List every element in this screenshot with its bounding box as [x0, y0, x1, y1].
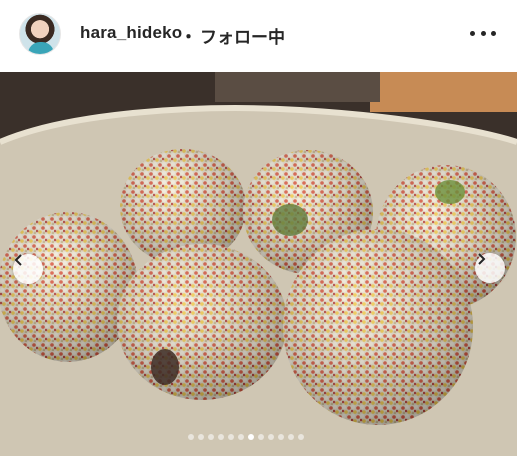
- follow-status-button[interactable]: フォロー中: [200, 23, 285, 48]
- chevron-right-icon: [478, 253, 486, 265]
- food-photo-illustration: [0, 72, 517, 456]
- carousel-dot: [188, 434, 194, 440]
- more-options-icon[interactable]: [470, 25, 496, 41]
- carousel-prev-button[interactable]: [13, 254, 43, 284]
- post-photo[interactable]: [0, 72, 517, 456]
- carousel-dot: [298, 434, 304, 440]
- carousel-dot: [198, 434, 204, 440]
- avatar[interactable]: [19, 13, 61, 55]
- carousel-dot: [278, 434, 284, 440]
- carousel-dot: [238, 434, 244, 440]
- carousel-indicator: [188, 434, 304, 440]
- carousel-next-button[interactable]: [475, 253, 505, 283]
- carousel-dot: [258, 434, 264, 440]
- carousel-dot: [288, 434, 294, 440]
- post-header: hara_hideko ・ フォロー中: [0, 0, 517, 72]
- carousel-dot: [228, 434, 234, 440]
- carousel-dot: [208, 434, 214, 440]
- carousel-dot: [248, 434, 254, 440]
- carousel-dot: [218, 434, 224, 440]
- username-link[interactable]: hara_hideko: [80, 23, 182, 43]
- carousel-dot: [268, 434, 274, 440]
- chevron-left-icon: [14, 254, 22, 266]
- separator-dot: ・: [180, 28, 197, 47]
